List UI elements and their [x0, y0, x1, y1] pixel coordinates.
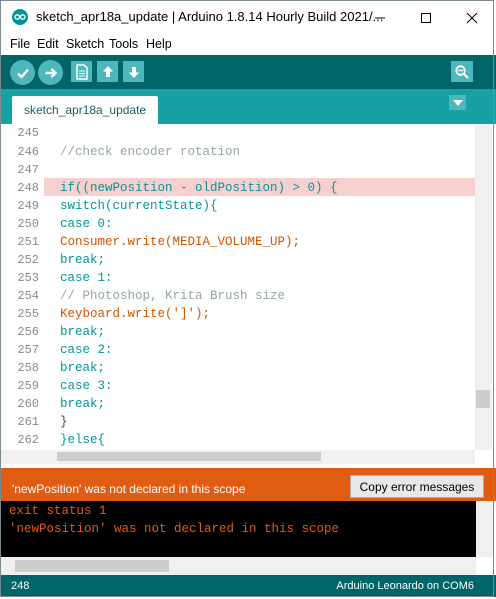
- menu-file[interactable]: File: [10, 37, 30, 51]
- console-output[interactable]: exit status 1 'newPosition' was not decl…: [0, 501, 476, 557]
- menu-bar: File Edit Sketch Tools Help: [0, 35, 496, 55]
- code-line: case 0:: [60, 217, 113, 231]
- line-number: 254: [17, 289, 39, 303]
- serial-monitor-icon: [455, 64, 469, 79]
- tab-label: sketch_apr18a_update: [24, 103, 147, 117]
- line-number: 256: [17, 325, 39, 339]
- code-line: switch(currentState){: [60, 199, 218, 213]
- error-message: 'newPosition' was not declared in this s…: [12, 482, 246, 496]
- code-line: if((newPosition - oldPosition) > 0) {: [60, 181, 338, 195]
- serial-monitor-button[interactable]: [451, 61, 473, 82]
- open-icon: [102, 65, 113, 77]
- line-number: 258: [17, 361, 39, 375]
- line-number: 252: [17, 253, 39, 267]
- line-number: 257: [17, 343, 39, 357]
- line-number: 260: [17, 397, 39, 411]
- tab-menu-icon: [452, 99, 463, 106]
- code-line: break;: [60, 397, 106, 411]
- line-number-gutter: 245 246 247 248 249 250 251 252 253 254 …: [0, 124, 44, 464]
- maximize-icon: [421, 12, 431, 23]
- line-number: 253: [17, 271, 39, 285]
- code-line: case 1:: [60, 271, 113, 285]
- code-line: break;: [60, 361, 106, 375]
- code-line: break;: [60, 253, 106, 267]
- menu-tools[interactable]: Tools: [109, 37, 138, 51]
- code-line: break;: [60, 325, 106, 339]
- menu-edit[interactable]: Edit: [37, 37, 59, 51]
- line-number: 261: [17, 415, 39, 429]
- console-line: 'newPosition' was not declared in this s…: [9, 522, 340, 536]
- line-number: 246: [17, 145, 39, 159]
- save-button[interactable]: [123, 61, 144, 82]
- line-number: 249: [17, 199, 39, 213]
- status-bar: 248 Arduino Leonardo on COM6: [0, 575, 496, 597]
- window-title: sketch_apr18a_update | Arduino 1.8.14 Ho…: [36, 9, 384, 24]
- copy-error-messages-button[interactable]: Copy error messages: [350, 475, 484, 498]
- line-number: 247: [17, 163, 39, 177]
- code-line: }: [60, 415, 68, 429]
- arduino-logo-icon: [12, 9, 28, 25]
- verify-icon: [16, 68, 29, 79]
- editor-horizontal-scroll-thumb[interactable]: [57, 452, 321, 461]
- line-number: 250: [17, 217, 39, 231]
- new-button[interactable]: [71, 61, 92, 82]
- maximize-button[interactable]: [403, 0, 449, 35]
- code-line: case 3:: [60, 379, 113, 393]
- toolbar: [0, 55, 496, 89]
- new-icon: [75, 63, 88, 80]
- line-number: 248: [17, 181, 39, 195]
- line-number: 251: [17, 235, 39, 249]
- code-line: }else{: [60, 433, 106, 447]
- close-button[interactable]: [449, 0, 495, 35]
- code-line: case 2:: [60, 343, 113, 357]
- minimize-button[interactable]: [357, 0, 403, 35]
- close-icon: [466, 12, 478, 23]
- title-bar[interactable]: sketch_apr18a_update | Arduino 1.8.14 Ho…: [0, 0, 496, 35]
- upload-button[interactable]: [38, 60, 63, 85]
- console-horizontal-scroll-thumb[interactable]: [15, 560, 169, 572]
- menu-sketch[interactable]: Sketch: [66, 37, 104, 51]
- line-number: 262: [17, 433, 39, 447]
- tab-menu-button[interactable]: [449, 95, 466, 110]
- verify-button[interactable]: [10, 60, 35, 85]
- line-number: 245: [17, 126, 39, 140]
- open-button[interactable]: [97, 61, 118, 82]
- editor-vertical-scroll-thumb[interactable]: [476, 390, 490, 408]
- menu-help[interactable]: Help: [146, 37, 172, 51]
- line-number: 259: [17, 379, 39, 393]
- tab-strip: sketch_apr18a_update: [0, 89, 496, 124]
- upload-icon: [45, 67, 57, 78]
- console-line: exit status 1: [9, 504, 107, 518]
- tab-sketch[interactable]: sketch_apr18a_update: [12, 96, 159, 124]
- line-number: 255: [17, 307, 39, 321]
- status-board-port: Arduino Leonardo on COM6: [336, 580, 474, 592]
- status-line-number: 248: [11, 580, 30, 592]
- save-icon: [128, 66, 139, 78]
- code-editor[interactable]: 245 246 247 248 249 250 251 252 253 254 …: [0, 124, 496, 464]
- minimize-icon: [375, 17, 385, 18]
- code-line: Consumer.write(MEDIA_VOLUME_UP);: [60, 235, 301, 249]
- console-vertical-scrollbar[interactable]: [476, 501, 494, 557]
- code-line: //check encoder rotation: [60, 145, 241, 159]
- code-line: Keyboard.write(']');: [60, 307, 211, 321]
- code-line: // Photoshop, Krita Brush size: [60, 289, 286, 303]
